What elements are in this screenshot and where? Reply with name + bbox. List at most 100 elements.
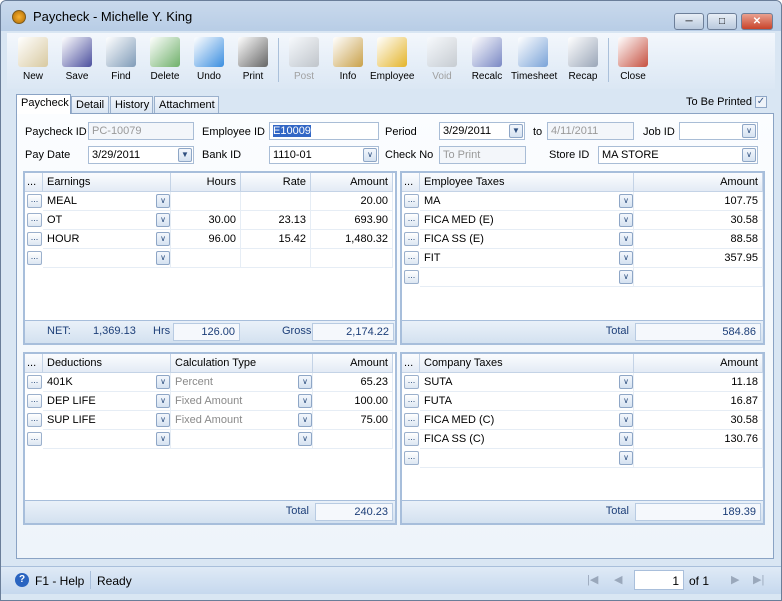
undo-button[interactable]: Undo — [187, 35, 231, 82]
chevron-down-icon[interactable]: ∨ — [156, 232, 170, 246]
earnings-grid-column-chooser-button[interactable]: ... — [25, 173, 43, 192]
grid-cell[interactable]: DEP LIFE — [43, 392, 171, 411]
grid-cell[interactable]: HOUR — [43, 230, 171, 249]
column-header-amount[interactable]: Amount — [634, 173, 763, 192]
maximize-button[interactable]: □ — [707, 13, 737, 30]
grid-cell[interactable] — [171, 430, 313, 449]
column-header-amount[interactable]: Amount — [313, 354, 393, 373]
next-page-icon[interactable]: ▶ — [731, 573, 739, 586]
minimize-button[interactable]: ─ — [674, 13, 704, 30]
close-button[interactable]: Close — [611, 35, 655, 82]
chevron-down-icon[interactable]: ∨ — [619, 194, 633, 208]
row-ellipsis-button[interactable]: ... — [404, 375, 419, 389]
row-ellipsis-button[interactable]: ... — [27, 413, 42, 427]
grid-cell[interactable]: 401K — [43, 373, 171, 392]
row-ellipsis-button[interactable]: ... — [27, 194, 42, 208]
chevron-down-icon[interactable]: ∨ — [619, 213, 633, 227]
help-icon[interactable]: ? — [15, 573, 29, 587]
grid-cell[interactable]: FUTA — [420, 392, 634, 411]
grid-cell[interactable]: 30.58 — [634, 211, 763, 230]
first-page-icon[interactable]: |◀ — [587, 573, 598, 586]
column-header-amount[interactable]: Amount — [311, 173, 393, 192]
grid-cell[interactable]: 20.00 — [311, 192, 393, 211]
calendar-dropdown-icon[interactable]: ▼ — [178, 148, 192, 162]
grid-cell[interactable] — [43, 430, 171, 449]
grid-cell[interactable]: 107.75 — [634, 192, 763, 211]
chevron-down-icon[interactable]: ∨ — [619, 413, 633, 427]
row-ellipsis-button[interactable]: ... — [404, 232, 419, 246]
column-header-employee-taxes[interactable]: Employee Taxes — [420, 173, 634, 192]
recalc-button[interactable]: Recalc — [465, 35, 509, 82]
grid-cell[interactable] — [241, 249, 311, 268]
row-ellipsis-button[interactable]: ... — [404, 451, 419, 465]
chevron-down-icon[interactable]: ∨ — [619, 251, 633, 265]
tab-attachment[interactable]: Attachment — [154, 96, 219, 114]
grid-cell[interactable]: Percent — [171, 373, 313, 392]
chevron-down-icon[interactable]: ∨ — [298, 432, 312, 446]
grid-cell[interactable]: Fixed Amount — [171, 392, 313, 411]
grid-cell[interactable]: 130.76 — [634, 430, 763, 449]
find-button[interactable]: Find — [99, 35, 143, 82]
column-header-hours[interactable]: Hours — [171, 173, 241, 192]
grid-cell[interactable] — [171, 249, 241, 268]
grid-cell[interactable]: 96.00 — [171, 230, 241, 249]
paycheck-id-field[interactable]: PC-10079 — [88, 122, 194, 140]
chevron-down-icon[interactable]: ∨ — [156, 432, 170, 446]
grid-cell[interactable]: FICA SS (C) — [420, 430, 634, 449]
save-button[interactable]: Save — [55, 35, 99, 82]
chevron-down-icon[interactable]: ∨ — [619, 375, 633, 389]
chevron-down-icon[interactable]: ∨ — [619, 232, 633, 246]
pay-date-field[interactable]: 3/29/2011 ▼ — [88, 146, 194, 164]
chevron-down-icon[interactable]: ∨ — [619, 270, 633, 284]
grid-cell[interactable]: 65.23 — [313, 373, 393, 392]
grid-cell[interactable]: OT — [43, 211, 171, 230]
column-header-calculation-type[interactable]: Calculation Type — [171, 354, 313, 373]
chevron-down-icon[interactable]: ∨ — [742, 124, 756, 138]
recap-button[interactable]: Recap — [561, 35, 605, 82]
grid-cell[interactable]: FICA MED (E) — [420, 211, 634, 230]
info-button[interactable]: Info — [326, 35, 370, 82]
tab-detail[interactable]: Detail — [71, 96, 109, 114]
chevron-down-icon[interactable]: ∨ — [298, 394, 312, 408]
grid-cell[interactable] — [241, 192, 311, 211]
post-button[interactable]: Post — [282, 35, 326, 82]
column-header-earnings[interactable]: Earnings — [43, 173, 171, 192]
column-header-company-taxes[interactable]: Company Taxes — [420, 354, 634, 373]
job-id-select[interactable]: ∨ — [679, 122, 758, 140]
employee-id-field[interactable]: E10009 — [269, 122, 379, 140]
chevron-down-icon[interactable]: ∨ — [156, 375, 170, 389]
grid-cell[interactable]: 357.95 — [634, 249, 763, 268]
grid-cell[interactable] — [171, 192, 241, 211]
period-from-field[interactable]: 3/29/2011 ▼ — [439, 122, 525, 140]
row-ellipsis-button[interactable]: ... — [404, 213, 419, 227]
row-ellipsis-button[interactable]: ... — [27, 394, 42, 408]
grid-cell[interactable]: 30.00 — [171, 211, 241, 230]
row-ellipsis-button[interactable]: ... — [404, 394, 419, 408]
chevron-down-icon[interactable]: ∨ — [742, 148, 756, 162]
grid-cell[interactable]: FICA MED (C) — [420, 411, 634, 430]
row-ellipsis-button[interactable]: ... — [27, 432, 42, 446]
grid-cell[interactable]: MA — [420, 192, 634, 211]
grid-cell[interactable] — [634, 449, 763, 468]
grid-cell[interactable]: SUTA — [420, 373, 634, 392]
grid-cell[interactable]: Fixed Amount — [171, 411, 313, 430]
employee-button[interactable]: Employee — [370, 35, 414, 82]
calendar-dropdown-icon[interactable]: ▼ — [509, 124, 523, 138]
chevron-down-icon[interactable]: ∨ — [298, 413, 312, 427]
grid-cell[interactable] — [43, 249, 171, 268]
timesheet-button[interactable]: Timesheet — [511, 35, 557, 82]
previous-page-icon[interactable]: ◀ — [614, 573, 622, 586]
grid-cell[interactable]: FICA SS (E) — [420, 230, 634, 249]
grid-cell[interactable]: 30.58 — [634, 411, 763, 430]
grid-cell[interactable]: 15.42 — [241, 230, 311, 249]
employee-taxes-grid-column-chooser-button[interactable]: ... — [402, 173, 420, 192]
column-header-rate[interactable]: Rate — [241, 173, 311, 192]
row-ellipsis-button[interactable]: ... — [27, 251, 42, 265]
grid-cell[interactable]: 1,480.32 — [311, 230, 393, 249]
tab-history[interactable]: History — [110, 96, 153, 114]
grid-cell[interactable] — [420, 449, 634, 468]
grid-cell[interactable]: 88.58 — [634, 230, 763, 249]
close-window-button[interactable]: ✕ — [741, 13, 773, 30]
grid-cell[interactable] — [420, 268, 634, 287]
chevron-down-icon[interactable]: ∨ — [156, 194, 170, 208]
